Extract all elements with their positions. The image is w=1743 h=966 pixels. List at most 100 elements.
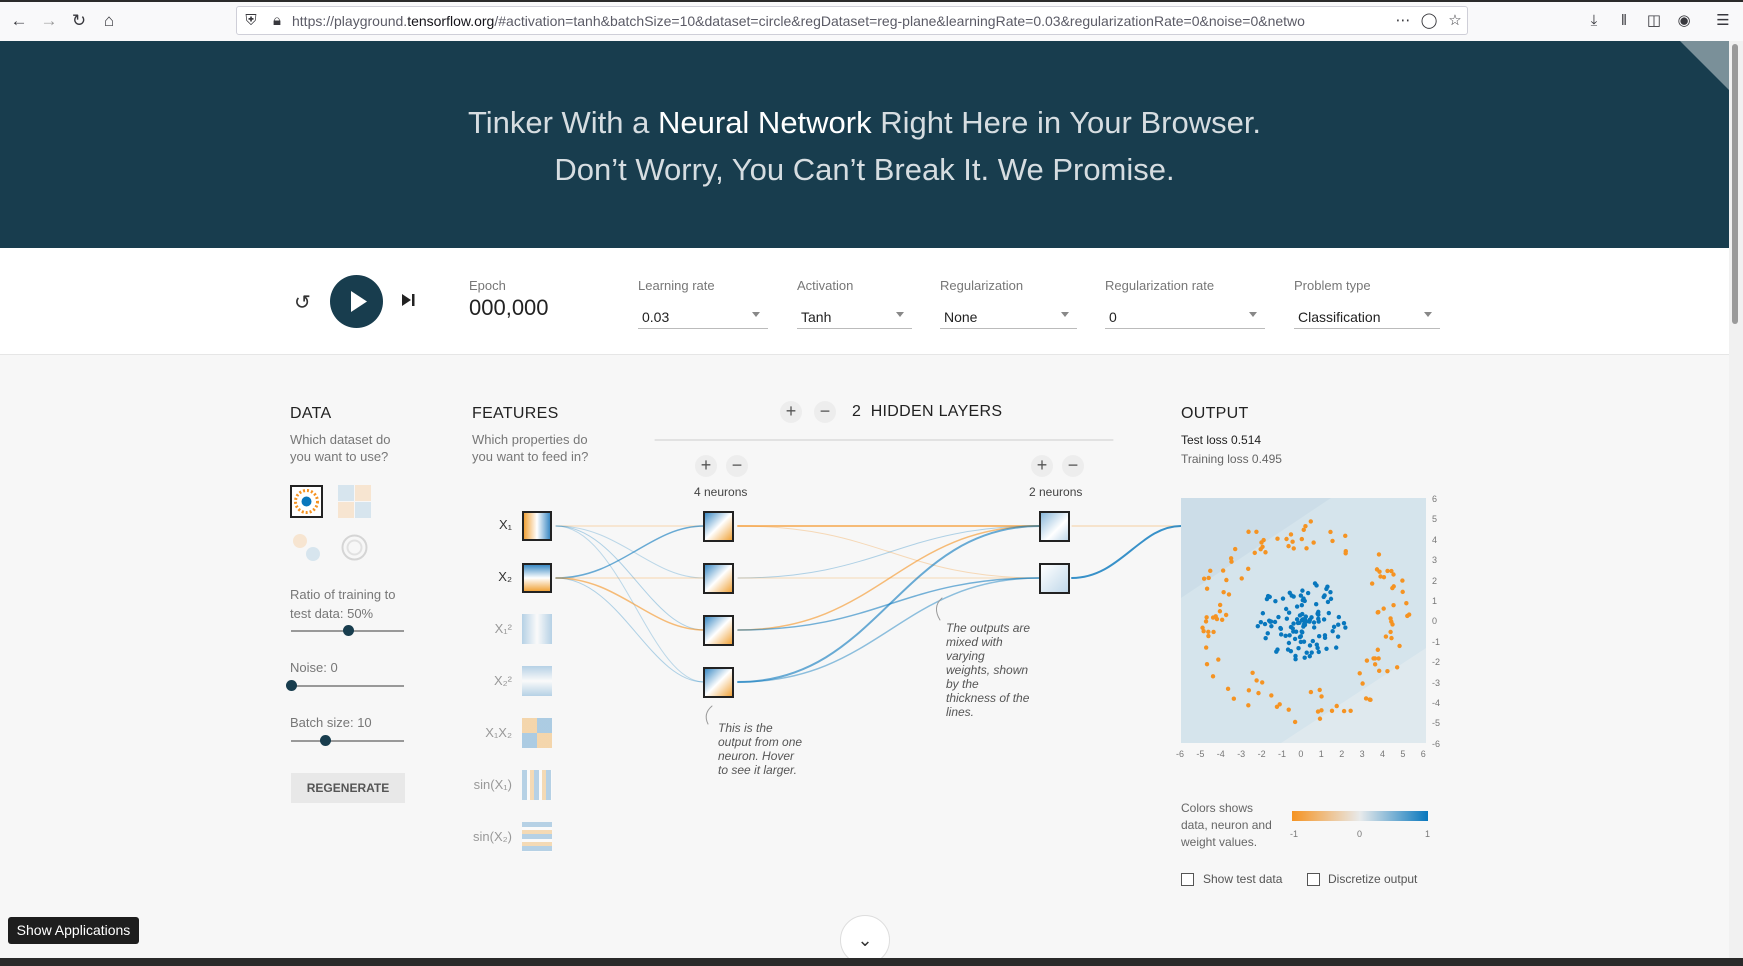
data-point-orange bbox=[1388, 616, 1393, 621]
data-point-orange bbox=[1317, 687, 1322, 693]
discretize-output-checkbox[interactable] bbox=[1307, 873, 1320, 886]
add-neuron-layer1-button[interactable]: + bbox=[695, 455, 717, 477]
feature-x2[interactable] bbox=[522, 563, 552, 593]
data-point-orange bbox=[1374, 567, 1380, 572]
data-point-orange bbox=[1224, 577, 1229, 583]
data-point-blue bbox=[1294, 604, 1300, 609]
data-point-orange bbox=[1225, 686, 1231, 692]
data-point-blue bbox=[1276, 614, 1281, 620]
data-point-orange bbox=[1220, 568, 1226, 573]
data-point-orange bbox=[1389, 635, 1394, 641]
data-point-blue bbox=[1283, 633, 1288, 639]
data-point-orange bbox=[1263, 550, 1268, 555]
data-point-orange bbox=[1246, 529, 1251, 534]
data-point-orange bbox=[1308, 519, 1313, 524]
x-tick-label: 3 bbox=[1359, 749, 1365, 759]
neuron-l2-n1[interactable] bbox=[1039, 511, 1070, 542]
data-point-blue bbox=[1302, 655, 1307, 660]
feature-label-x2-squared: X₂² bbox=[493, 673, 512, 688]
output-plot[interactable] bbox=[1181, 498, 1426, 743]
data-point-orange bbox=[1258, 547, 1263, 552]
data-point-orange bbox=[1286, 707, 1291, 712]
data-point-orange bbox=[1286, 543, 1291, 549]
data-point-orange bbox=[1315, 709, 1321, 714]
feature-sin-x2[interactable] bbox=[522, 822, 552, 852]
remove-neuron-layer2-button[interactable]: − bbox=[1062, 455, 1084, 477]
data-point-blue bbox=[1290, 626, 1295, 631]
data-point-orange bbox=[1252, 550, 1257, 556]
data-point-blue bbox=[1324, 646, 1329, 651]
data-point-orange bbox=[1406, 612, 1412, 617]
training-loss: Training loss 0.495 bbox=[1181, 452, 1282, 466]
y-tick-label: -5 bbox=[1432, 718, 1441, 729]
data-point-blue bbox=[1330, 629, 1335, 634]
data-point-orange bbox=[1275, 536, 1280, 541]
y-tick-label: 6 bbox=[1432, 494, 1438, 504]
show-test-data-checkbox[interactable] bbox=[1181, 873, 1194, 886]
data-point-blue bbox=[1291, 621, 1296, 626]
data-point-orange bbox=[1210, 674, 1216, 679]
data-point-blue bbox=[1305, 590, 1311, 596]
x-tick-label: -5 bbox=[1196, 749, 1205, 759]
neuron-l1-n3[interactable] bbox=[703, 615, 734, 646]
data-point-orange bbox=[1254, 678, 1259, 683]
data-point-orange bbox=[1261, 537, 1266, 543]
data-point-orange bbox=[1328, 529, 1333, 535]
remove-neuron-layer1-button[interactable]: − bbox=[726, 455, 748, 477]
feature-x1x2[interactable] bbox=[522, 718, 552, 748]
data-point-orange bbox=[1390, 585, 1395, 591]
data-point-orange bbox=[1381, 606, 1386, 611]
feature-label-x1x2: X₁X₂ bbox=[485, 725, 512, 740]
data-point-blue bbox=[1314, 583, 1319, 588]
neuron-l2-n2[interactable] bbox=[1039, 563, 1070, 594]
data-point-blue bbox=[1299, 602, 1305, 608]
add-layer-button[interactable]: + bbox=[780, 401, 802, 423]
data-point-orange bbox=[1369, 581, 1375, 586]
data-point-blue bbox=[1311, 620, 1317, 625]
note-left-line: output from one bbox=[718, 735, 803, 749]
data-point-orange bbox=[1246, 703, 1251, 708]
data-point-blue bbox=[1325, 584, 1330, 589]
neuron-l1-n1[interactable] bbox=[703, 511, 734, 542]
data-point-blue bbox=[1255, 623, 1261, 629]
chevron-down-icon: ⌄ bbox=[857, 930, 873, 950]
x-tick-label: -6 bbox=[1176, 749, 1185, 759]
neuron-l1-n2[interactable] bbox=[703, 563, 734, 594]
show-applications-tooltip: Show Applications bbox=[8, 917, 139, 944]
data-point-blue bbox=[1331, 624, 1337, 630]
hidden-layers-heading: 2 HIDDEN LAYERS bbox=[852, 403, 1002, 421]
data-point-blue bbox=[1287, 590, 1292, 595]
data-point-orange bbox=[1256, 690, 1261, 696]
feature-label-sin-x2: sin(X₂) bbox=[473, 829, 512, 844]
feature-x1[interactable] bbox=[522, 511, 552, 541]
data-point-blue bbox=[1307, 617, 1313, 622]
data-point-orange bbox=[1226, 592, 1232, 597]
x-tick-label: 4 bbox=[1380, 749, 1386, 759]
data-point-blue bbox=[1316, 649, 1321, 655]
feature-label-x2: X₂ bbox=[498, 569, 512, 584]
data-point-orange bbox=[1260, 680, 1265, 685]
neuron-l1-n4[interactable] bbox=[703, 667, 734, 698]
y-tick-label: -2 bbox=[1432, 657, 1441, 668]
remove-layer-button[interactable]: − bbox=[814, 401, 836, 423]
data-point-orange bbox=[1319, 694, 1324, 699]
weights-note: The outputs are mixed with varying weigh… bbox=[946, 621, 1030, 719]
feature-sin-x1[interactable] bbox=[522, 770, 552, 800]
data-point-orange bbox=[1334, 703, 1339, 709]
feature-x1-squared[interactable] bbox=[522, 614, 552, 644]
data-point-blue bbox=[1258, 619, 1264, 625]
feature-x2-squared[interactable] bbox=[522, 666, 552, 696]
note-right-line: thickness of the bbox=[946, 691, 1030, 705]
data-point-orange bbox=[1254, 529, 1259, 534]
data-point-blue bbox=[1269, 623, 1274, 629]
data-point-blue bbox=[1302, 622, 1308, 628]
add-neuron-layer2-button[interactable]: + bbox=[1031, 455, 1053, 477]
data-point-orange bbox=[1284, 536, 1289, 542]
data-point-orange bbox=[1201, 576, 1207, 581]
data-point-orange bbox=[1206, 629, 1211, 635]
data-point-blue bbox=[1343, 625, 1348, 630]
data-point-blue bbox=[1264, 596, 1270, 602]
data-point-orange bbox=[1364, 658, 1370, 663]
data-point-blue bbox=[1286, 610, 1292, 615]
data-point-blue bbox=[1298, 634, 1304, 639]
